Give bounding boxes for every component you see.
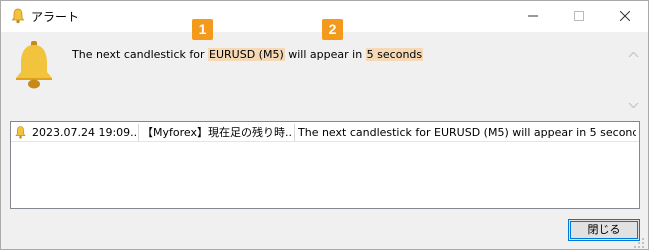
- callout-badge-2: 2: [322, 19, 343, 40]
- message-prefix: The next candlestick for: [72, 48, 209, 61]
- alert-time-cell: 2023.07.24 19:09...: [15, 123, 138, 142]
- close-window-button[interactable]: [602, 1, 648, 32]
- alert-message-cell: The next candlestick for EURUSD (M5) wil…: [298, 126, 636, 139]
- callout-badge-1: 1: [192, 19, 213, 40]
- close-button[interactable]: 閉じる: [568, 219, 640, 241]
- close-icon: [620, 11, 630, 21]
- maximize-icon: [574, 11, 584, 21]
- resize-grip-icon[interactable]: [633, 237, 645, 249]
- message-middle: will appear in: [284, 48, 366, 61]
- bell-icon: [16, 41, 52, 89]
- message-scrollbar[interactable]: [625, 45, 642, 115]
- alert-message: The next candlestick for EURUSD (M5) wil…: [72, 47, 424, 63]
- scroll-down-icon[interactable]: [628, 101, 639, 109]
- bell-icon: [11, 8, 25, 24]
- duration-highlight: 5 seconds: [365, 48, 424, 61]
- column-divider: [294, 124, 295, 141]
- column-divider: [138, 124, 139, 141]
- minimize-button[interactable]: [510, 1, 556, 32]
- bell-icon: [15, 126, 26, 139]
- alert-time: 2023.07.24 19:09...: [32, 126, 138, 139]
- window-title: アラート: [31, 10, 80, 24]
- alert-list[interactable]: 2023.07.24 19:09... 【Myforex】現在足の残り時... …: [10, 121, 640, 209]
- alert-window: アラート The next candlestick for EURUSD (M5…: [0, 0, 649, 250]
- list-item[interactable]: 2023.07.24 19:09... 【Myforex】現在足の残り時... …: [11, 123, 639, 142]
- alert-expert: 【Myforex】現在足の残り時...: [142, 126, 293, 139]
- scroll-up-icon[interactable]: [628, 51, 639, 59]
- minimize-icon: [528, 15, 538, 17]
- symbol-highlight: EURUSD (M5): [208, 48, 285, 61]
- maximize-button[interactable]: [556, 1, 602, 32]
